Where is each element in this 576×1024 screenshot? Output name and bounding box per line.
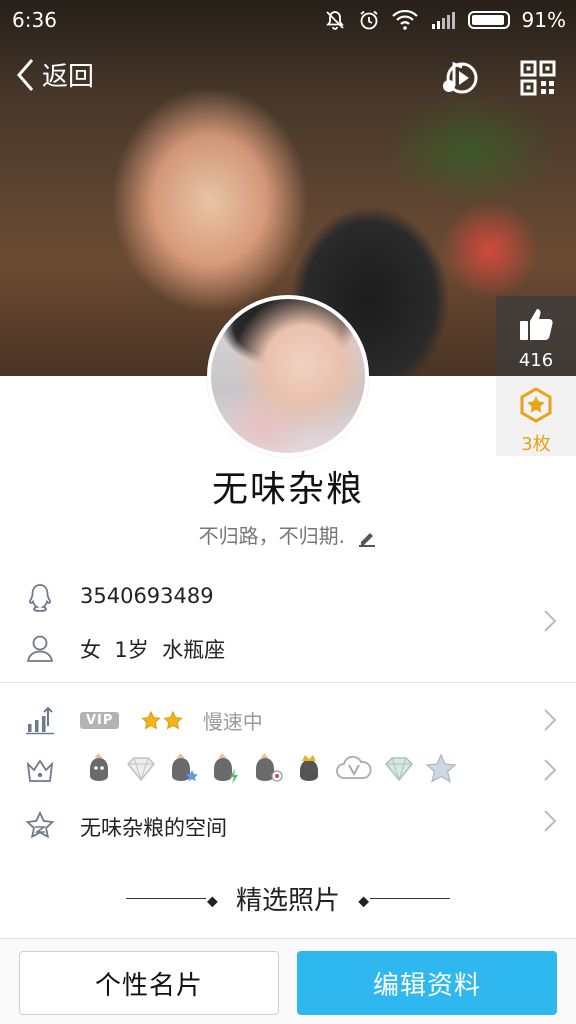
qq-number: 3540693489: [80, 584, 214, 608]
battery-icon: [467, 11, 510, 29]
qzone-label: 无味杂粮的空间: [80, 816, 227, 840]
level-chart-icon: [26, 706, 54, 735]
gem-medal-icon: [384, 757, 414, 782]
back-button[interactable]: 返回: [14, 56, 94, 93]
signal-icon: [431, 12, 455, 29]
qzone-star-icon: [25, 810, 55, 839]
age: 1岁: [114, 638, 149, 662]
back-label: 返回: [42, 62, 95, 92]
diamond-medal-icon: [126, 757, 156, 782]
badge-button[interactable]: 3枚: [496, 376, 576, 456]
penguin-bolt-medal-icon: [214, 753, 238, 784]
dot-left: ◆: [206, 893, 218, 910]
chevron-right-icon: [544, 759, 557, 781]
chevron-right-icon: [544, 610, 557, 632]
dot-right: ◆: [358, 893, 370, 910]
profile-name: 无味杂粮: [211, 469, 364, 510]
qr-code-icon[interactable]: [520, 60, 556, 96]
pencil-icon: [359, 532, 376, 547]
vip-speed-status: 慢速中: [202, 710, 263, 734]
badge-count: 3枚: [521, 434, 551, 455]
medals-row[interactable]: [0, 744, 576, 796]
signature-row[interactable]: 不归路，不归期.: [0, 520, 576, 549]
basic-info-row[interactable]: 女 1岁 水瓶座: [0, 622, 576, 674]
top-nav: 返回: [0, 56, 576, 106]
gender: 女: [80, 638, 101, 662]
penguin-crown-medal-icon: [300, 755, 318, 781]
like-count: 416: [518, 350, 554, 371]
mute-icon: [325, 11, 344, 30]
avatar[interactable]: [207, 295, 369, 457]
battery-level: 91%: [521, 8, 566, 32]
featured-photos-label: 精选照片: [235, 886, 340, 916]
status-bar: 6:36 91%: [0, 0, 576, 40]
star-badge-icon: [520, 387, 552, 423]
qq-number-row[interactable]: 3540693489: [0, 572, 576, 624]
qzone-row[interactable]: 无味杂粮的空间: [0, 800, 576, 852]
music-play-icon[interactable]: [440, 58, 480, 98]
crown-icon: [26, 759, 54, 782]
penguin-icon: [29, 584, 51, 612]
penguin-flame-medal-icon: [90, 753, 108, 781]
edit-profile-button[interactable]: 编辑资料: [297, 951, 557, 1015]
featured-photos-title: ◆ 精选照片 ◆: [0, 880, 576, 917]
signature-text: 不归路，不归期.: [198, 524, 345, 548]
like-button[interactable]: 416: [496, 296, 576, 376]
thumbs-up-icon: [520, 309, 553, 340]
vip-row[interactable]: VIP 慢速中: [0, 694, 576, 746]
basic-info: 女 1岁 水瓶座: [80, 634, 225, 664]
bottom-action-bar: 个性名片 编辑资料: [0, 938, 576, 1024]
wifi-icon: [391, 10, 418, 30]
cloud-v-medal-icon: [336, 755, 372, 779]
vip-tag: VIP: [80, 712, 120, 729]
personal-card-button[interactable]: 个性名片: [19, 951, 279, 1015]
silver-star-medal-icon: [425, 753, 457, 783]
status-time: 6:36: [12, 8, 57, 32]
divider: [0, 682, 576, 683]
chevron-left-icon: [17, 58, 34, 91]
penguin-eye-medal-icon: [256, 753, 283, 782]
vip-info: VIP 慢速中: [80, 706, 263, 735]
zodiac: 水瓶座: [162, 638, 226, 662]
penguin-star-medal-icon: [172, 753, 198, 782]
chevron-right-icon: [544, 709, 557, 731]
star-level-icon: [141, 710, 183, 729]
alarm-icon: [359, 10, 378, 30]
medal-list: [82, 752, 458, 786]
chevron-right-icon: [544, 810, 557, 832]
person-icon: [26, 635, 54, 662]
